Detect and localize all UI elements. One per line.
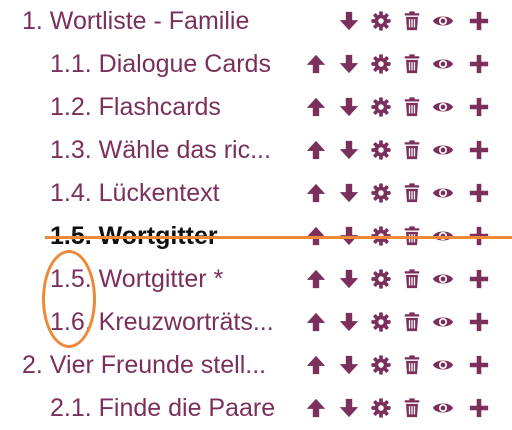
eye-icon[interactable]: [432, 268, 454, 290]
arrow-up-icon[interactable]: [305, 139, 327, 161]
arrow-up-icon[interactable]: [305, 268, 327, 290]
plus-icon[interactable]: [468, 10, 490, 32]
trash-icon[interactable]: [401, 10, 423, 32]
eye-icon[interactable]: [432, 139, 454, 161]
arrow-down-icon[interactable]: [338, 53, 360, 75]
tree-item[interactable]: 2. Vier Freunde stell...: [0, 344, 512, 387]
arrow-up-icon[interactable]: [305, 397, 327, 419]
tree-item[interactable]: 1.3. Wähle das ric...: [0, 129, 512, 172]
eye-icon[interactable]: [432, 397, 454, 419]
plus-icon[interactable]: [468, 182, 490, 204]
gear-icon[interactable]: [370, 10, 392, 32]
gear-icon[interactable]: [370, 96, 392, 118]
gear-icon[interactable]: [370, 139, 392, 161]
gear-icon[interactable]: [370, 53, 392, 75]
gear-icon[interactable]: [370, 268, 392, 290]
gear-icon[interactable]: [370, 354, 392, 376]
eye-icon[interactable]: [432, 182, 454, 204]
trash-icon[interactable]: [401, 311, 423, 333]
eye-icon[interactable]: [432, 53, 454, 75]
trash-icon[interactable]: [401, 182, 423, 204]
tree-item[interactable]: 1.1. Dialogue Cards: [0, 43, 512, 86]
eye-icon[interactable]: [432, 311, 454, 333]
plus-icon[interactable]: [468, 354, 490, 376]
arrow-up-icon[interactable]: [305, 182, 327, 204]
plus-icon[interactable]: [468, 397, 490, 419]
trash-icon[interactable]: [401, 268, 423, 290]
gear-icon[interactable]: [370, 397, 392, 419]
arrow-up-icon[interactable]: [305, 311, 327, 333]
tree-item-label[interactable]: 1. Wortliste - Familie: [22, 0, 249, 43]
tree-item-label[interactable]: 2.1. Finde die Paare: [50, 387, 275, 430]
tree-item-label[interactable]: 1.2. Flashcards: [50, 86, 221, 129]
trash-icon[interactable]: [401, 354, 423, 376]
plus-icon[interactable]: [468, 53, 490, 75]
circle-annotation: [42, 250, 96, 348]
strikethrough-annotation: [45, 236, 512, 239]
tree-item-label[interactable]: 1.4. Lückentext: [50, 172, 220, 215]
arrow-down-icon[interactable]: [338, 139, 360, 161]
trash-icon[interactable]: [401, 96, 423, 118]
arrow-down-icon[interactable]: [338, 96, 360, 118]
plus-icon[interactable]: [468, 268, 490, 290]
tree-item[interactable]: 1. Wortliste - Familie: [0, 0, 512, 43]
arrow-down-icon[interactable]: [338, 397, 360, 419]
eye-icon[interactable]: [432, 354, 454, 376]
arrow-down-icon[interactable]: [338, 10, 360, 32]
tree-item[interactable]: 1.4. Lückentext: [0, 172, 512, 215]
arrow-down-icon[interactable]: [338, 182, 360, 204]
trash-icon[interactable]: [401, 53, 423, 75]
eye-icon[interactable]: [432, 96, 454, 118]
eye-icon[interactable]: [432, 10, 454, 32]
tree-item-label[interactable]: 1.3. Wähle das ric...: [50, 129, 271, 172]
tree-item[interactable]: 2.1. Finde die Paare: [0, 387, 512, 430]
arrow-up-icon[interactable]: [305, 96, 327, 118]
arrow-down-icon[interactable]: [338, 354, 360, 376]
gear-icon[interactable]: [370, 311, 392, 333]
trash-icon[interactable]: [401, 139, 423, 161]
plus-icon[interactable]: [468, 311, 490, 333]
tree-item[interactable]: 1.2. Flashcards: [0, 86, 512, 129]
arrow-down-icon[interactable]: [338, 311, 360, 333]
tree-item-label[interactable]: 1.1. Dialogue Cards: [50, 43, 271, 86]
arrow-up-icon[interactable]: [305, 53, 327, 75]
gear-icon[interactable]: [370, 182, 392, 204]
tree-item-label[interactable]: 2. Vier Freunde stell...: [22, 344, 266, 387]
plus-icon[interactable]: [468, 96, 490, 118]
arrow-down-icon[interactable]: [338, 268, 360, 290]
arrow-up-icon[interactable]: [305, 354, 327, 376]
plus-icon[interactable]: [468, 139, 490, 161]
trash-icon[interactable]: [401, 397, 423, 419]
